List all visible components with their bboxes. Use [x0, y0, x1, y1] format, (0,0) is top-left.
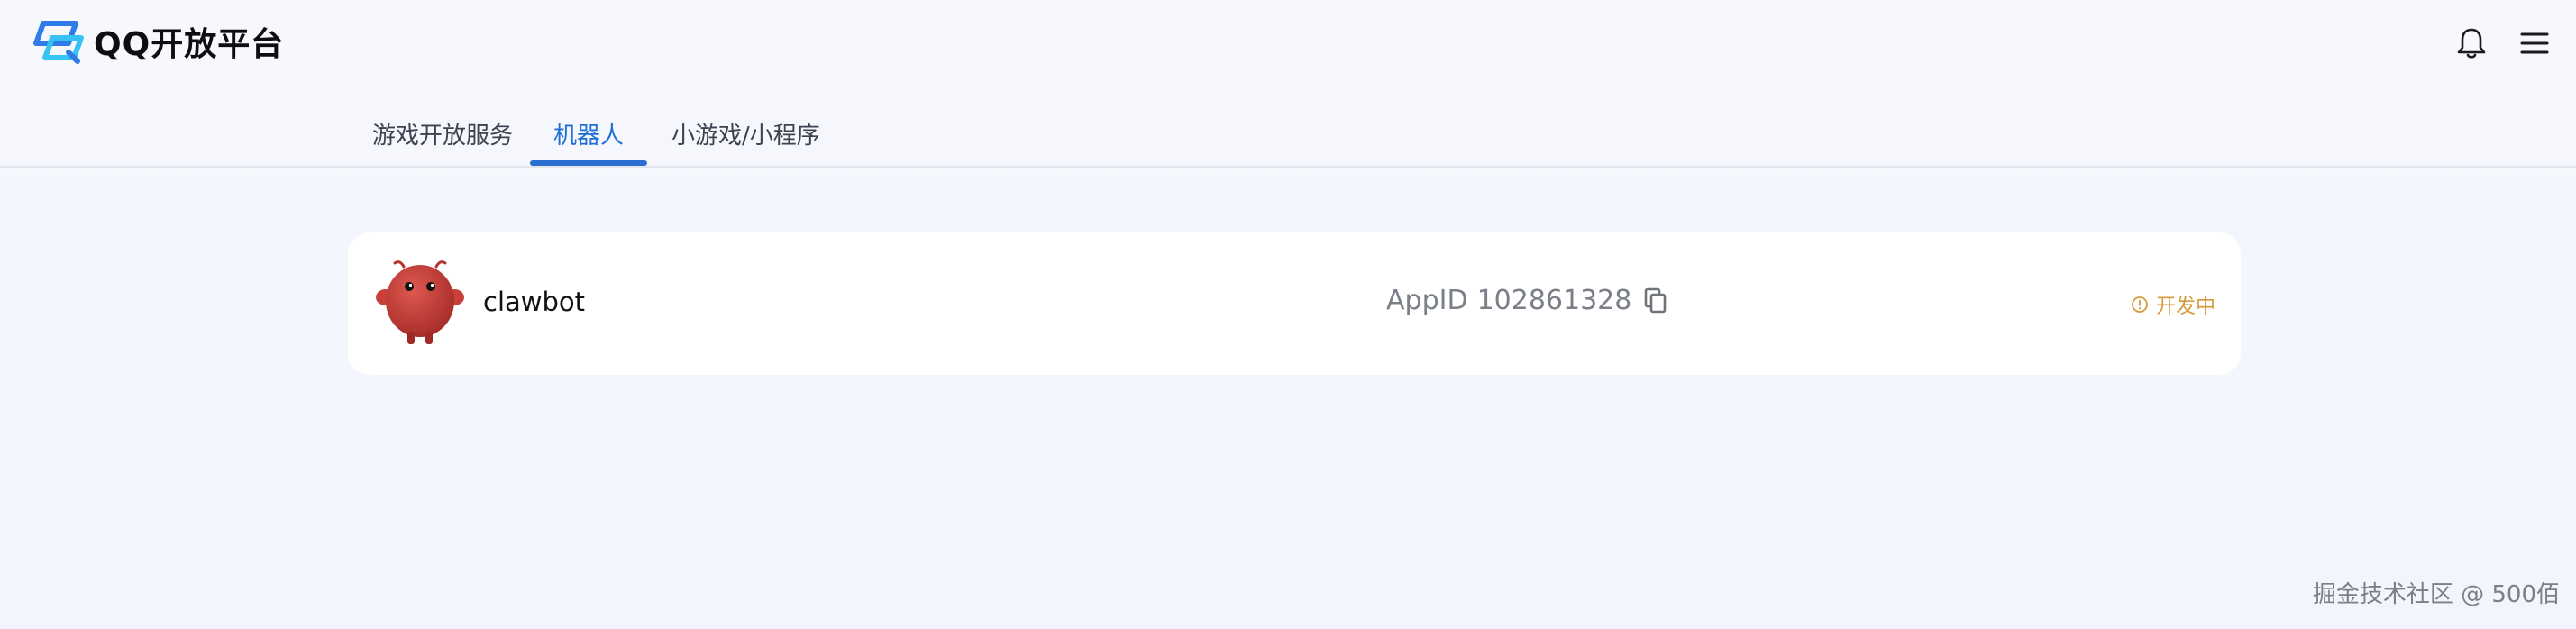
logo-text: QQ开放平台: [94, 26, 285, 63]
tab-mini-games-mini-programs[interactable]: 小游戏/小程序: [671, 117, 820, 150]
active-tab-indicator: [530, 160, 647, 166]
hamburger-menu-icon[interactable]: [2517, 25, 2553, 61]
top-header: QQ开放平台: [0, 0, 2576, 85]
watermark: 掘金技术社区 @ 500佰: [2312, 581, 2560, 608]
status-badge: 开发中: [2155, 296, 2215, 318]
category-tabs: 游戏开放服务 机器人 小游戏/小程序: [0, 101, 2576, 168]
copy-icon[interactable]: [1644, 287, 1667, 314]
appid-display: AppID 102861328: [1386, 285, 1667, 316]
bot-card[interactable]: clawbot AppID 102861328 开发中: [348, 232, 2241, 375]
appid-label: AppID: [1386, 285, 1468, 316]
info-circle-icon: [2132, 296, 2148, 313]
bot-status: 开发中: [2131, 290, 2215, 319]
appid-value: 102861328: [1476, 285, 1632, 316]
qq-open-platform-logo[interactable]: QQ开放平台: [32, 18, 284, 65]
tab-game-open-services[interactable]: 游戏开放服务: [372, 117, 513, 150]
qq-logo-icon: [33, 21, 84, 64]
tab-bots[interactable]: 机器人: [553, 117, 624, 150]
bot-avatar: [376, 260, 464, 344]
bell-icon[interactable]: [2453, 25, 2489, 61]
bot-name: clawbot: [483, 287, 586, 317]
